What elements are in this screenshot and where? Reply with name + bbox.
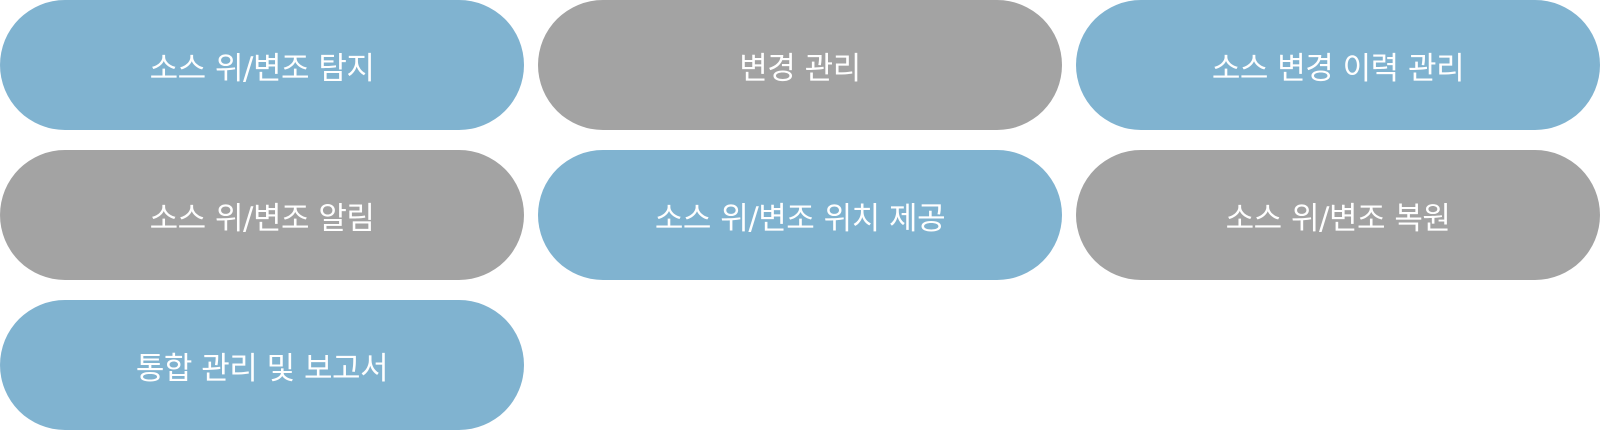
feature-label: 통합 관리 및 보고서 (135, 350, 389, 387)
feature-label: 소스 위/변조 알림 (149, 200, 375, 237)
feature-tamper-alert[interactable]: 소스 위/변조 알림 (0, 150, 524, 280)
feature-label: 소스 위/변조 위치 제공 (654, 200, 946, 237)
feature-integrated-report[interactable]: 통합 관리 및 보고서 (0, 300, 524, 430)
feature-tamper-restore[interactable]: 소스 위/변조 복원 (1076, 150, 1600, 280)
feature-tamper-detection[interactable]: 소스 위/변조 탐지 (0, 0, 524, 130)
feature-label: 소스 위/변조 탐지 (149, 50, 375, 87)
feature-label: 소스 변경 이력 관리 (1211, 50, 1465, 87)
feature-grid: 소스 위/변조 탐지 변경 관리 소스 변경 이력 관리 소스 위/변조 알림 … (0, 0, 1600, 430)
feature-change-management[interactable]: 변경 관리 (538, 0, 1062, 130)
feature-change-history[interactable]: 소스 변경 이력 관리 (1076, 0, 1600, 130)
feature-tamper-location[interactable]: 소스 위/변조 위치 제공 (538, 150, 1062, 280)
feature-label: 소스 위/변조 복원 (1225, 200, 1451, 237)
feature-label: 변경 관리 (739, 50, 861, 87)
